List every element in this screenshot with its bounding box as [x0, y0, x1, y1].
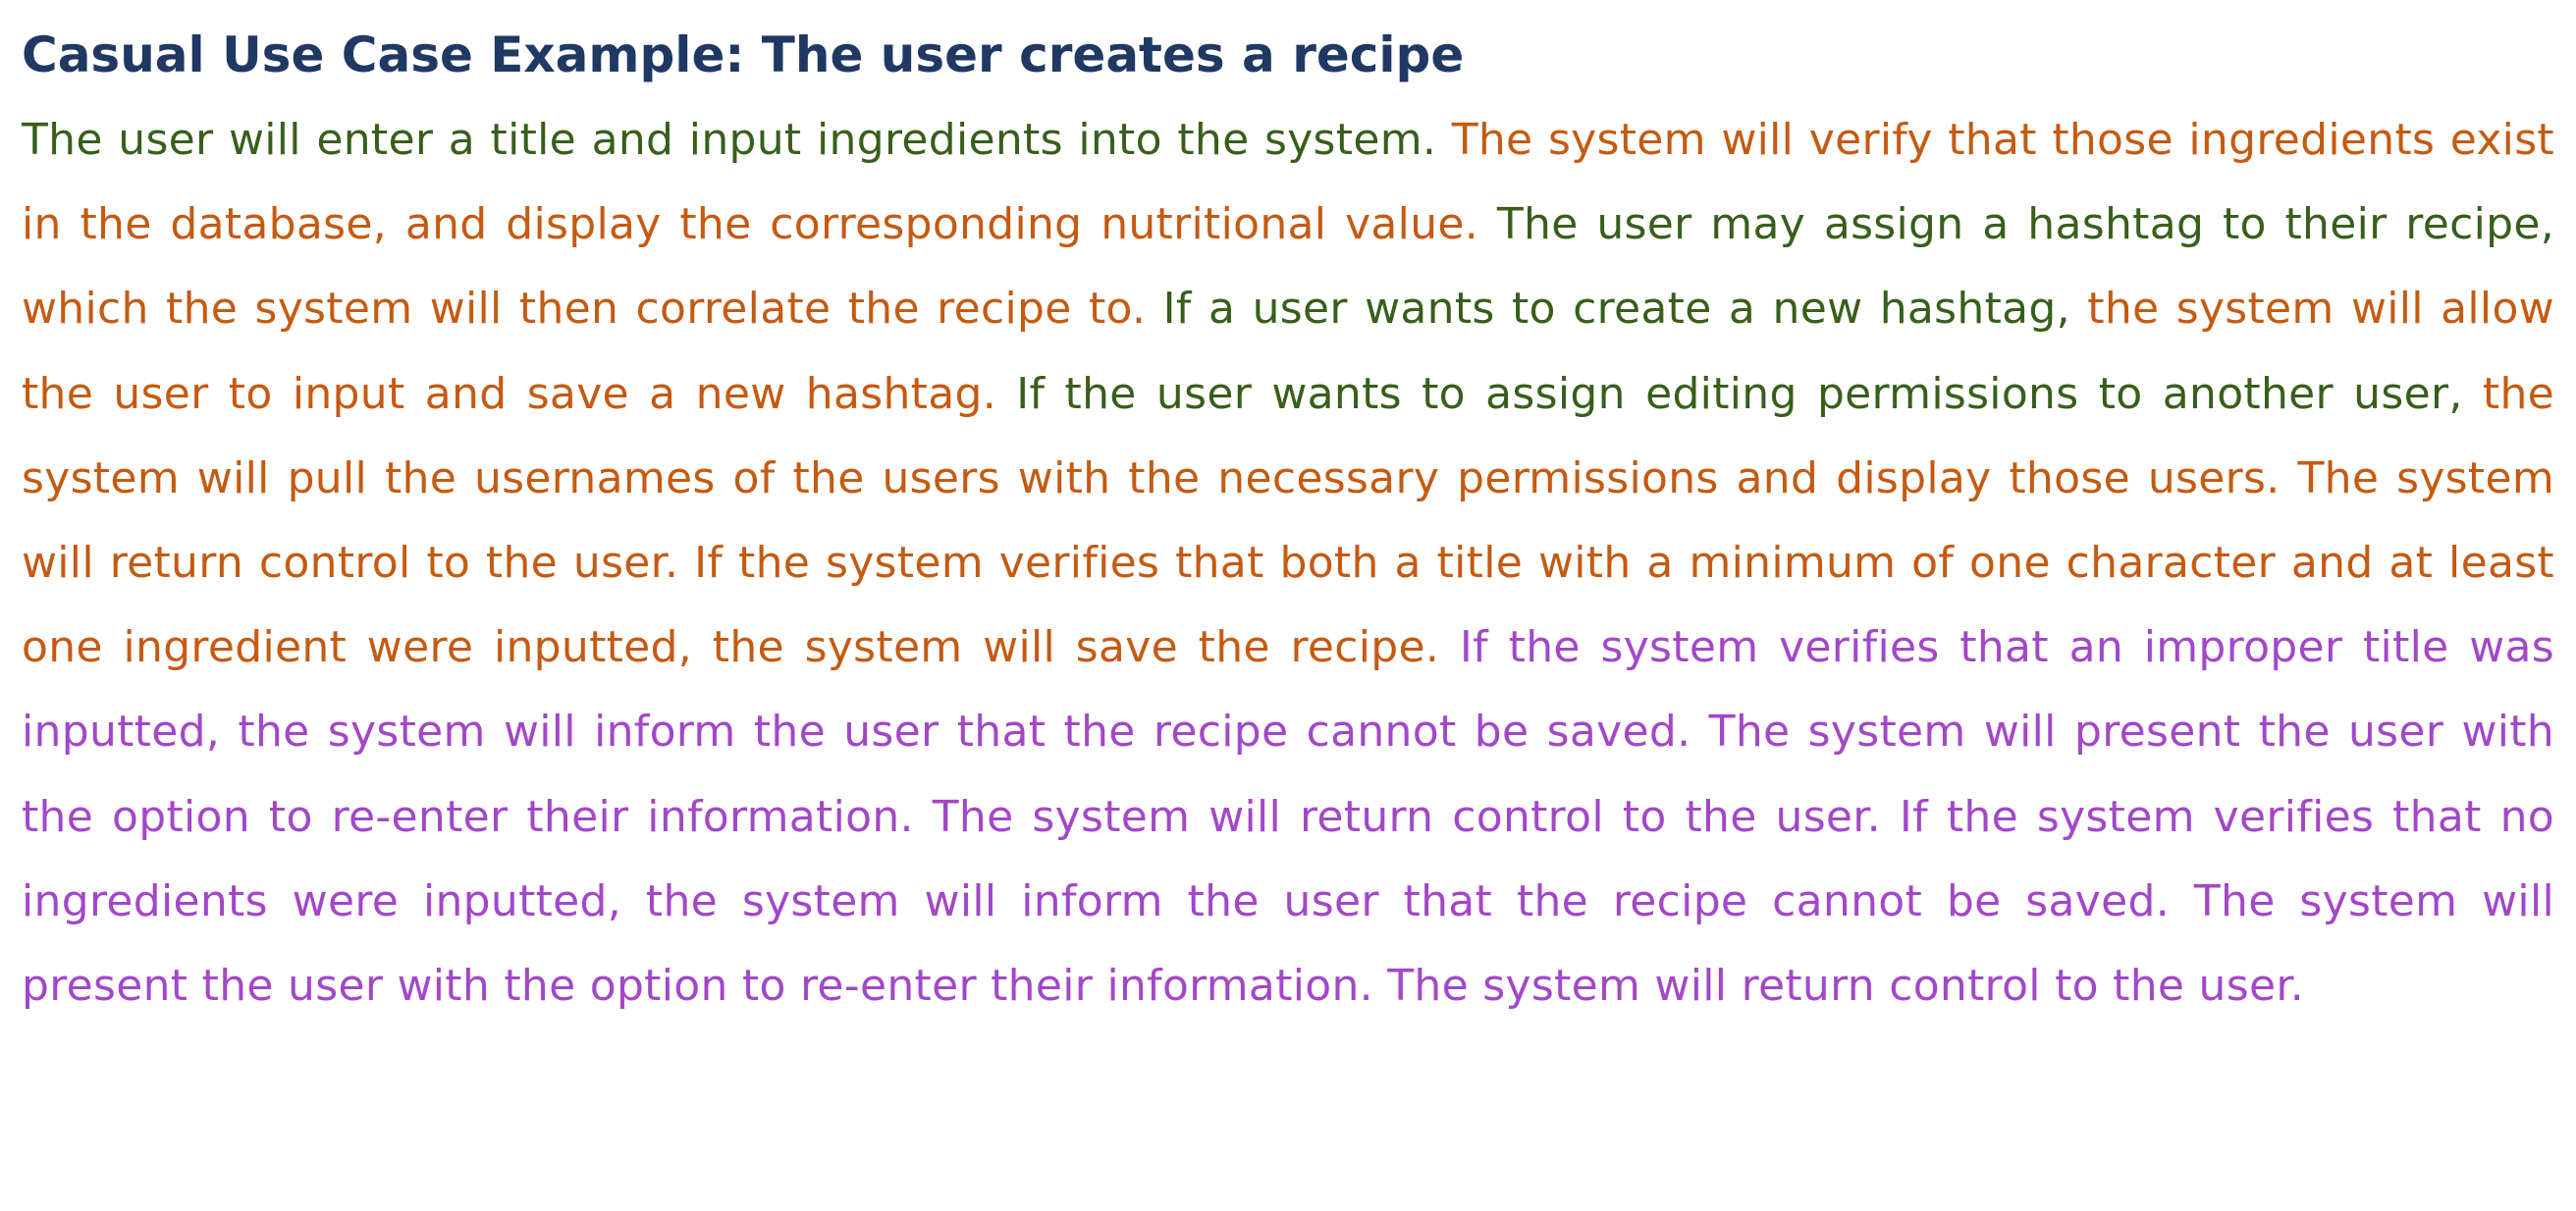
- segment-alternate-flows: If the system verifies that an improper …: [22, 622, 2554, 1012]
- segment-system-correlates-recipe: which the system will then correlate the…: [22, 284, 1163, 335]
- document: Casual Use Case Example: The user create…: [22, 20, 2554, 1028]
- segment-user-enters-title: The user will enter a title and input in…: [22, 115, 1452, 165]
- document-title: Casual Use Case Example: The user create…: [22, 26, 1465, 83]
- segment-user-assigns-permissions: If the user wants to assign editing perm…: [1016, 368, 2483, 419]
- segment-user-assigns-hashtag: The user may assign a hashtag to their r…: [1496, 199, 2554, 250]
- document-body: The user will enter a title and input in…: [22, 98, 2554, 1028]
- segment-user-creates-hashtag: If a user wants to create a new hashtag,: [1162, 284, 2088, 335]
